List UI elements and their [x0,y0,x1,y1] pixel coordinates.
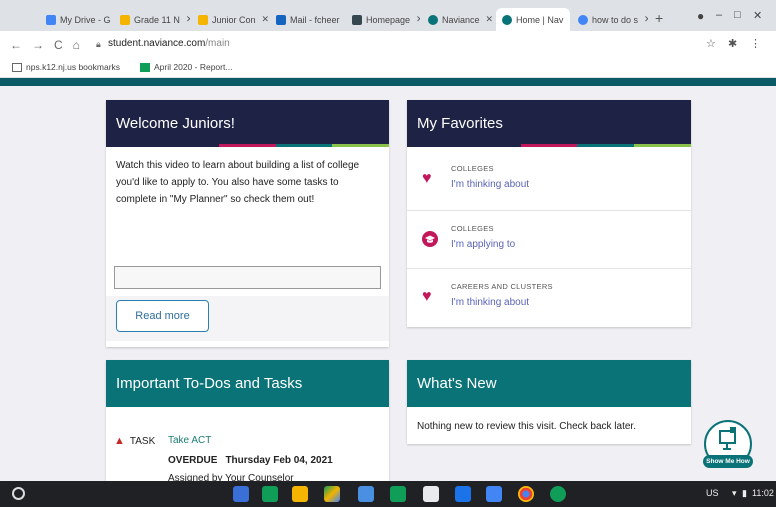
play-store-icon[interactable] [550,486,566,502]
whats-new-body: Nothing new to review this visit. Check … [417,421,636,432]
launcher-icon[interactable] [12,487,25,500]
close-icon[interactable]: ✕ [262,14,268,25]
close-icon[interactable]: ✕ [644,14,648,25]
app-icon[interactable] [455,486,471,502]
extensions-icon[interactable]: ✱ [728,37,737,50]
os-taskbar: US ▾ ▮ 11:02 [0,481,776,507]
tab-my-drive[interactable]: My Drive - G✕ [40,8,112,31]
app-icon[interactable] [358,486,374,502]
lock-icon[interactable]: 🔒︎ [96,39,101,50]
show-me-how-label[interactable]: Show Me How [703,455,753,468]
classroom-icon[interactable] [262,486,278,502]
close-icon[interactable]: ✕ [569,14,570,25]
site-header-bar [0,78,776,86]
color-stripe [106,144,389,147]
graduation-cap-icon [422,231,438,247]
color-stripe [407,144,691,147]
task-assigned-by: Assigned by Your Counselor [168,473,294,481]
bookmarks-bar: nps.k12.nj.us bookmarks April 2020 - Rep… [0,58,776,78]
favorites-card: My Favorites ♥ COLLEGES I'm thinking abo… [407,100,691,327]
whats-new-card: What's New Nothing new to review this vi… [407,360,691,444]
heart-icon: ♥ [422,170,432,187]
tab-mail[interactable]: Mail - fcheer✕ [270,8,344,31]
google-icon [578,14,588,25]
drive-icon [46,14,56,25]
star-icon[interactable]: ☆ [706,37,716,50]
close-icon[interactable]: ✕ [416,14,420,25]
reload-icon[interactable]: C [54,38,63,52]
battery-icon[interactable]: ▮ [742,488,747,499]
tab-grade-11[interactable]: Grade 11 N ✕ [114,8,190,31]
naviance-home: Welcome Juniors! Watch this video to lea… [0,86,776,481]
profile-icon[interactable]: ● [697,9,704,23]
homepage-icon [352,14,362,25]
video-player[interactable] [114,266,381,289]
naviance-icon [502,14,512,25]
app-icon[interactable] [233,486,249,502]
wifi-icon[interactable]: ▾ [732,488,737,499]
bookmark-folder[interactable]: nps.k12.nj.us bookmarks [12,62,120,72]
welcome-card: Welcome Juniors! Watch this video to lea… [106,100,389,347]
address-bar: ← → C ⌂ 🔒︎ student.naviance.com/main ☆ ✱… [0,31,776,58]
naviance-icon [428,14,438,25]
clock[interactable]: 11:02 [752,488,774,498]
welcome-body: Watch this video to learn about building… [116,160,360,205]
chrome-icon[interactable] [518,486,534,502]
chart-app-icon[interactable] [423,486,439,502]
tab-google-search[interactable]: how to do s ✕ [572,8,648,31]
favorite-colleges-thinking[interactable]: ♥ COLLEGES I'm thinking about [407,151,691,209]
outlook-icon [276,14,286,25]
task-type: ▲ TASK [114,435,156,447]
maximize-icon[interactable]: □ [734,9,741,21]
browser-tab-bar: My Drive - G✕ Grade 11 N✕ Junior Con✕ Ma… [0,0,776,31]
home-icon[interactable]: ⌂ [73,38,80,52]
warning-icon: ▲ [114,435,125,447]
close-window-icon[interactable]: ✕ [753,9,762,22]
whats-new-title: What's New [407,360,691,407]
folder-icon [12,62,22,72]
tab-junior-con[interactable]: Junior Con ✕ [192,8,268,31]
tab-home-naviance[interactable]: Home | Nav✕ [496,8,570,31]
docs-icon[interactable] [486,486,502,502]
sheets-icon[interactable] [390,486,406,502]
url-field[interactable]: student.naviance.com/main [108,38,230,49]
locale-indicator[interactable]: US [706,488,719,498]
close-icon[interactable]: ✕ [486,14,494,25]
tab-naviance[interactable]: Naviance ✕ [422,8,494,31]
favorites-title: My Favorites [407,100,691,147]
minimize-icon[interactable]: – [716,9,722,21]
todos-title: Important To-Dos and Tasks [106,360,389,407]
task-link-take-act[interactable]: Take ACT [168,435,211,446]
bookmark-report[interactable]: April 2020 - Report... [140,62,232,72]
drive-icon[interactable] [324,486,340,502]
read-more-button[interactable]: Read more [116,300,209,332]
favorite-colleges-applying[interactable]: COLLEGES I'm applying to [407,210,691,268]
forward-icon[interactable]: → [32,38,44,52]
tab-homepage[interactable]: Homepage ✕ [346,8,420,31]
close-icon[interactable]: ✕ [186,14,190,25]
sheets-icon [140,62,150,72]
slides-icon [120,14,130,25]
todos-card: Important To-Dos and Tasks ▲ TASK Take A… [106,360,389,481]
heart-icon: ♥ [422,288,432,305]
task-due-date: OVERDUE Thursday Feb 04, 2021 [168,455,333,466]
slides-icon[interactable] [292,486,308,502]
new-tab-button[interactable]: + [655,10,663,26]
welcome-title: Welcome Juniors! [106,100,389,147]
back-icon[interactable]: ← [10,38,22,52]
menu-icon[interactable]: ⋮ [750,37,761,50]
welcome-footer: Read more [106,296,389,341]
slides-icon [198,14,208,25]
favorite-careers-thinking[interactable]: ♥ CAREERS AND CLUSTERS I'm thinking abou… [407,268,691,326]
